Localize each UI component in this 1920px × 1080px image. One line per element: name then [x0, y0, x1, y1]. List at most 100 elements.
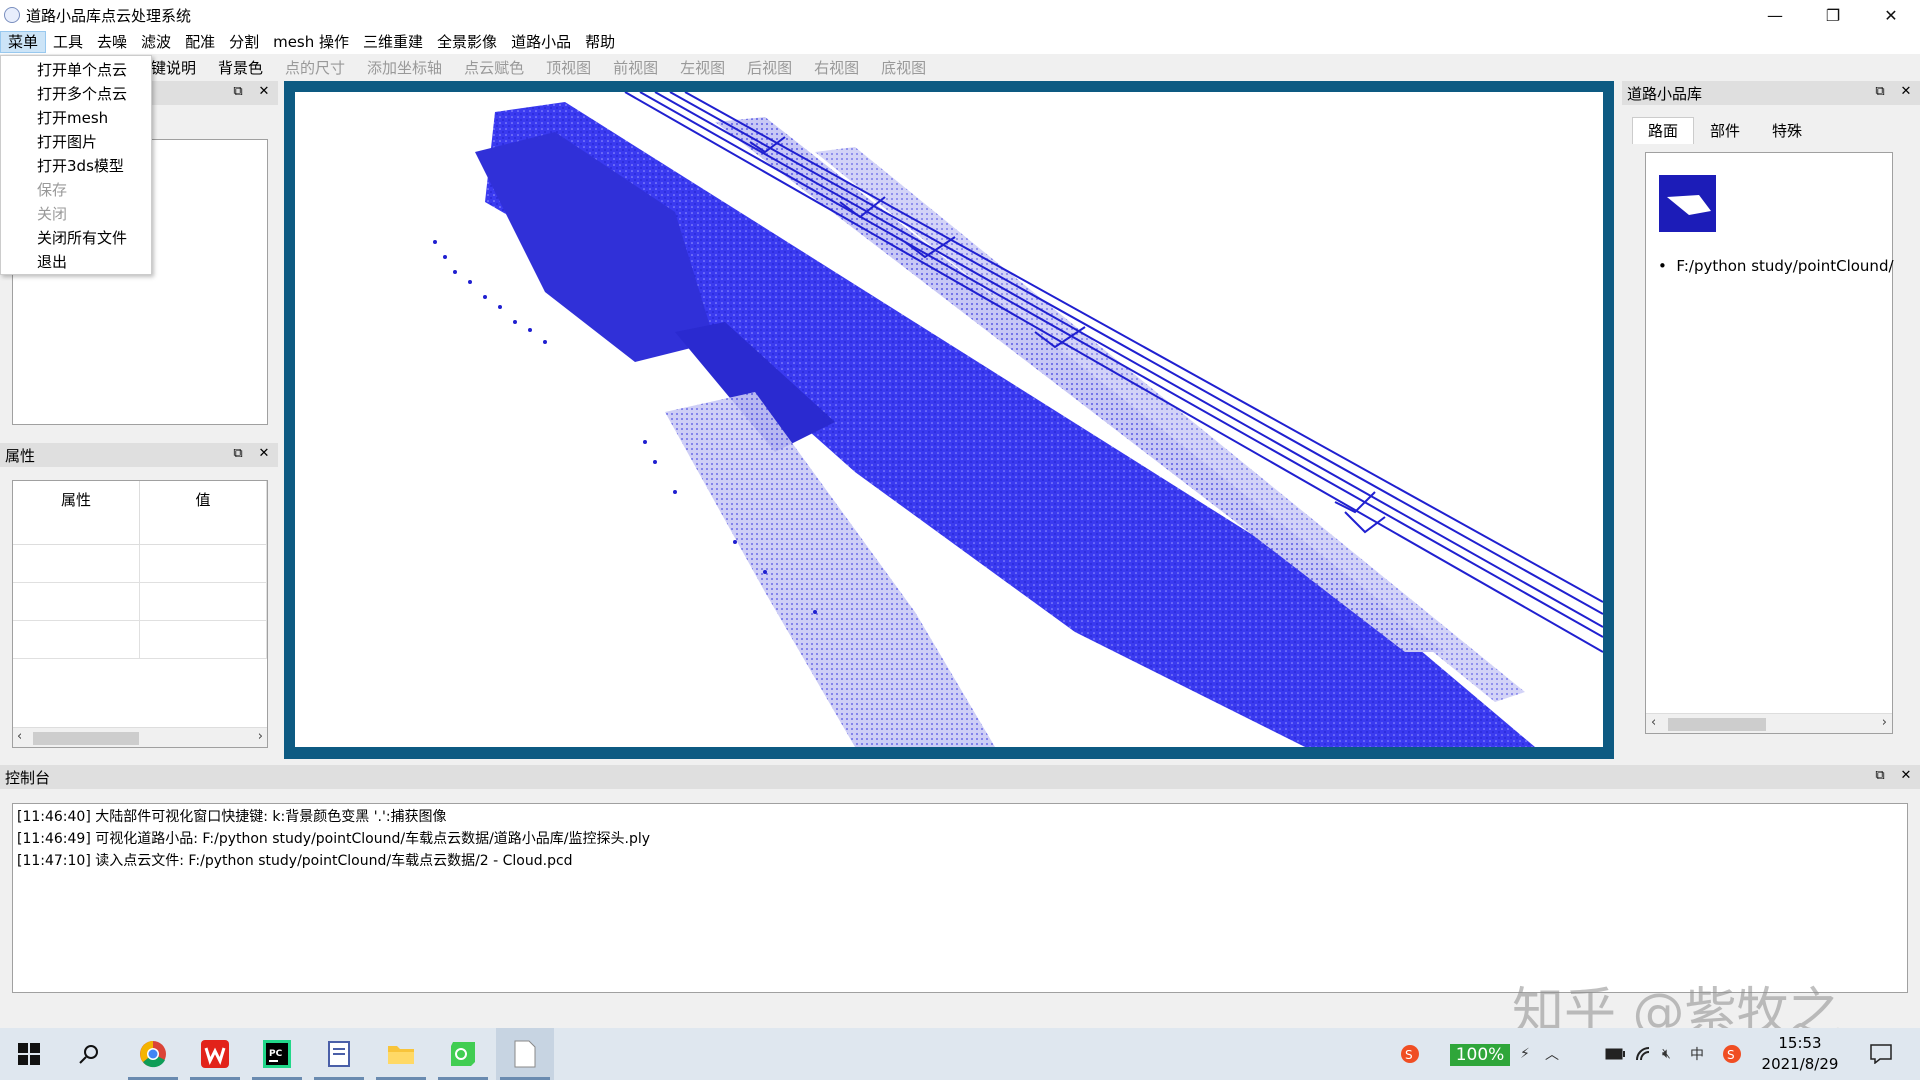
library-list[interactable]: • F:/python study/pointClound/ ‹ ›: [1645, 152, 1894, 734]
point-cloud-render: [433, 92, 1603, 747]
title-bar: 道路小品库点云处理系统 — ❐ ✕: [0, 0, 1920, 30]
pycharm-icon: PC: [263, 1040, 291, 1068]
menu-registration[interactable]: 配准: [178, 31, 222, 53]
toolbar-left-view[interactable]: 左视图: [669, 57, 736, 78]
menu-open-image[interactable]: 打开图片: [1, 130, 151, 154]
ime-indicator[interactable]: 中: [1690, 1028, 1704, 1080]
close-button[interactable]: ✕: [1862, 0, 1920, 30]
taskbar-app-qt[interactable]: [434, 1028, 492, 1080]
taskbar-clock[interactable]: 15:53 2021/8/29: [1755, 1033, 1845, 1075]
table-row[interactable]: [13, 621, 267, 659]
console-dock: 控制台 ⧉ ✕: [0, 765, 1920, 789]
taskbar-app-chrome[interactable]: [124, 1028, 182, 1080]
app-icon: [4, 7, 20, 23]
toolbar-bottom-view[interactable]: 底视图: [870, 57, 937, 78]
search-button[interactable]: [60, 1028, 118, 1080]
menu-reconstruction[interactable]: 三维重建: [356, 31, 430, 53]
battery-percentage[interactable]: 100%: [1450, 1044, 1510, 1066]
close-icon[interactable]: ✕: [256, 446, 272, 461]
float-icon[interactable]: ⧉: [1872, 84, 1888, 99]
properties-dock-titlebar: 属性 ⧉ ✕: [0, 443, 278, 467]
menu-save[interactable]: 保存: [1, 178, 151, 202]
search-icon: [79, 1045, 98, 1064]
menu-open-mesh[interactable]: 打开mesh: [1, 106, 151, 130]
volume-muted-icon[interactable]: 🔇︎: [1662, 1028, 1671, 1080]
svg-text:PC: PC: [269, 1049, 283, 1059]
menu-close-all[interactable]: 关闭所有文件: [1, 226, 151, 250]
menu-open-multiple-clouds[interactable]: 打开多个点云: [1, 82, 151, 106]
taskbar-app-wps[interactable]: [186, 1028, 244, 1080]
column-header-value[interactable]: 值: [140, 481, 267, 544]
taskbar-app-editor[interactable]: [310, 1028, 368, 1080]
console-output[interactable]: [11:46:40] 大陆部件可视化窗口快捷键: k:背景颜色变黑 '.':捕获…: [12, 803, 1908, 993]
menu-denoise[interactable]: 去噪: [90, 31, 134, 53]
scrollbar-thumb[interactable]: [33, 732, 139, 745]
main-menu-dropdown: 打开单个点云 打开多个点云 打开mesh 打开图片 打开3ds模型 保存 关闭 …: [0, 55, 152, 275]
menu-open-3ds[interactable]: 打开3ds模型: [1, 154, 151, 178]
float-icon[interactable]: ⧉: [230, 84, 246, 99]
taskbar-app-explorer[interactable]: [372, 1028, 430, 1080]
taskbar-app-pointcloud[interactable]: [496, 1028, 554, 1080]
properties-table[interactable]: 属性 值 ‹ ›: [12, 480, 268, 748]
menu-exit[interactable]: 退出: [1, 250, 151, 274]
item-thumbnail[interactable]: [1659, 175, 1716, 232]
library-item-path[interactable]: • F:/python study/pointClound/: [1658, 257, 1894, 275]
toolbar-front-view[interactable]: 前视图: [602, 57, 669, 78]
scroll-right-icon[interactable]: ›: [258, 729, 263, 744]
column-header-attribute[interactable]: 属性: [13, 481, 140, 544]
notification-icon[interactable]: [1870, 1028, 1892, 1080]
sogou-ime-icon[interactable]: S: [1400, 1028, 1420, 1080]
sogou-tray-icon[interactable]: S: [1722, 1028, 1742, 1080]
toolbar-point-size[interactable]: 点的尺寸: [274, 57, 356, 78]
scroll-left-icon[interactable]: ‹: [17, 729, 22, 744]
taskbar-app-pycharm[interactable]: PC: [248, 1028, 306, 1080]
close-icon[interactable]: ✕: [256, 84, 272, 99]
restore-button[interactable]: ❐: [1804, 0, 1862, 30]
menu-help[interactable]: 帮助: [578, 31, 622, 53]
menu-open-single-cloud[interactable]: 打开单个点云: [1, 58, 151, 82]
plug-icon[interactable]: ⚡: [1520, 1028, 1530, 1080]
menu-main[interactable]: 菜单: [0, 31, 47, 53]
menu-panorama[interactable]: 全景影像: [430, 31, 504, 53]
start-button[interactable]: [0, 1028, 58, 1080]
scroll-right-icon[interactable]: ›: [1882, 715, 1887, 730]
wifi-icon[interactable]: [1635, 1028, 1653, 1080]
battery-icon[interactable]: [1605, 1028, 1625, 1080]
close-icon[interactable]: ✕: [1898, 84, 1914, 99]
menu-road-items[interactable]: 道路小品: [504, 31, 578, 53]
tab-special[interactable]: 特殊: [1756, 117, 1818, 144]
point-cloud-viewer[interactable]: [295, 92, 1603, 747]
wps-icon: [201, 1040, 229, 1068]
toolbar-add-axes[interactable]: 添加坐标轴: [356, 57, 453, 78]
float-icon[interactable]: ⧉: [230, 446, 246, 461]
scroll-left-icon[interactable]: ‹: [1651, 715, 1656, 730]
menu-close[interactable]: 关闭: [1, 202, 151, 226]
svg-text:S: S: [1727, 1048, 1735, 1062]
tab-road-surface[interactable]: 路面: [1632, 117, 1695, 144]
scrollbar-thumb[interactable]: [1668, 718, 1766, 731]
toolbar-top-view[interactable]: 顶视图: [535, 57, 602, 78]
table-row[interactable]: [13, 545, 267, 583]
minimize-button[interactable]: —: [1746, 0, 1804, 30]
horizontal-scrollbar[interactable]: ‹ ›: [13, 727, 267, 747]
menu-filter[interactable]: 滤波: [134, 31, 178, 53]
menu-mesh[interactable]: mesh 操作: [266, 31, 356, 53]
toolbar-colorize[interactable]: 点云赋色: [453, 57, 535, 78]
chevron-up-icon[interactable]: ︿: [1545, 1028, 1559, 1080]
properties-dock-title: 属性: [5, 446, 36, 465]
menu-tools[interactable]: 工具: [46, 31, 90, 53]
menu-segmentation[interactable]: 分割: [222, 31, 266, 53]
toolbar-back-view[interactable]: 后视图: [736, 57, 803, 78]
toolbar: 键说明 背景色 点的尺寸 添加坐标轴 点云赋色 顶视图 前视图 左视图 后视图 …: [0, 55, 1920, 79]
table-row[interactable]: [13, 583, 267, 621]
horizontal-scrollbar[interactable]: ‹ ›: [1646, 713, 1892, 733]
svg-text:S: S: [1405, 1048, 1413, 1062]
float-icon[interactable]: ⧉: [1872, 768, 1888, 783]
toolbar-right-view[interactable]: 右视图: [803, 57, 870, 78]
tab-components[interactable]: 部件: [1694, 117, 1756, 144]
library-tabs: 路面 部件 特殊: [1632, 117, 1818, 144]
close-icon[interactable]: ✕: [1898, 768, 1914, 783]
toolbar-background-color[interactable]: 背景色: [207, 57, 274, 78]
clock-time: 15:53: [1778, 1034, 1822, 1052]
library-dock-title: 道路小品库: [1627, 84, 1703, 103]
